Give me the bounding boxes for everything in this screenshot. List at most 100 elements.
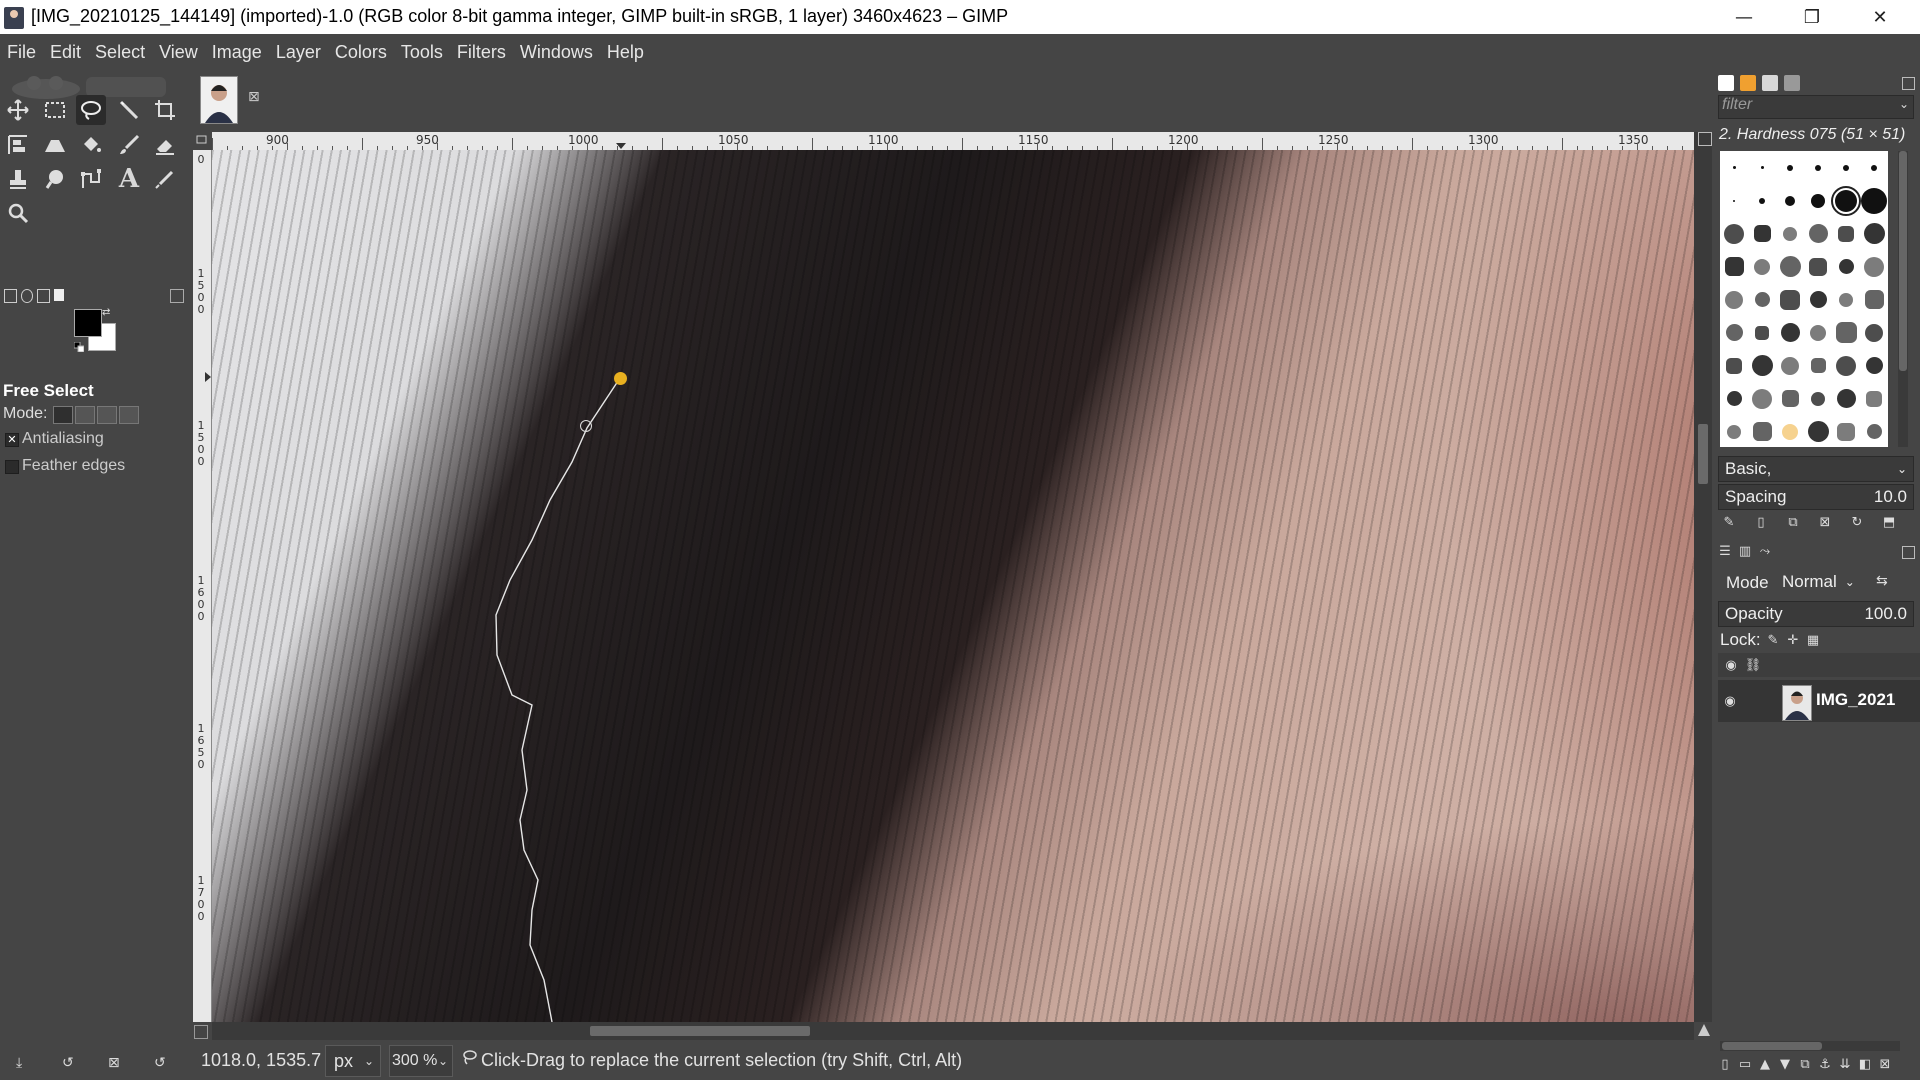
device-status-tab-icon[interactable]	[20, 289, 33, 303]
brush-thumbnail[interactable]	[1809, 257, 1827, 276]
document-history-tab-icon[interactable]	[1784, 75, 1800, 91]
layer-mode-select[interactable]: Normal ⌄	[1782, 567, 1870, 597]
brush-thumbnail[interactable]	[1808, 224, 1828, 243]
layers-tab-icon[interactable]: ☰	[1718, 544, 1732, 559]
brush-thumbnail[interactable]	[1755, 325, 1769, 340]
tool-options-tab-icon[interactable]	[4, 289, 17, 303]
mode-replace-button[interactable]	[53, 406, 73, 424]
free-select-icon[interactable]	[76, 95, 106, 125]
antialiasing-checkbox[interactable]: ✕	[5, 433, 19, 447]
image-tab[interactable]: ⊠	[190, 71, 272, 131]
brush-thumbnail[interactable]	[1864, 256, 1884, 277]
brush-thumbnail[interactable]	[1725, 290, 1743, 309]
vertical-scrollbar-thumb[interactable]	[1698, 424, 1708, 484]
brush-thumbnail[interactable]	[1810, 324, 1826, 341]
horizontal-ruler[interactable]: 900 950 1000 1050 1100 1150 1200 1250 13…	[212, 132, 1694, 151]
text-icon[interactable]: A	[114, 164, 144, 194]
default-colors-icon[interactable]	[73, 337, 85, 353]
duplicate-brush-icon[interactable]: ⧉	[1786, 515, 1800, 530]
smudge-icon[interactable]	[40, 164, 70, 194]
brush-thumbnail[interactable]	[1865, 357, 1883, 374]
brush-thumbnail[interactable]	[1811, 193, 1825, 208]
brush-thumbnail[interactable]	[1836, 355, 1856, 376]
anchor-layer-icon[interactable]: ⚓	[1818, 1057, 1832, 1072]
brush-grid-scrollbar-thumb[interactable]	[1899, 151, 1907, 371]
menu-image[interactable]: Image	[205, 42, 269, 63]
brush-thumbnail[interactable]	[1861, 187, 1887, 214]
brush-thumbnail[interactable]	[1733, 199, 1735, 202]
lower-layer-icon[interactable]: ▼	[1778, 1057, 1792, 1072]
brush-thumbnail[interactable]	[1787, 164, 1793, 171]
brush-thumbnail[interactable]	[1754, 292, 1770, 307]
configure-tab-icon[interactable]	[170, 289, 184, 303]
brush-thumbnail[interactable]	[1783, 226, 1797, 241]
move-icon[interactable]	[3, 95, 33, 125]
vertical-scrollbar[interactable]	[1694, 132, 1712, 1022]
merge-layer-icon[interactable]: ⇊	[1838, 1057, 1852, 1072]
new-brush-icon[interactable]: ▯	[1754, 515, 1768, 530]
brush-thumbnail[interactable]	[1838, 259, 1854, 274]
paths-tab-icon[interactable]: ⤳	[1758, 544, 1772, 559]
menu-select[interactable]: Select	[88, 42, 152, 63]
layers-scrollbar-thumb[interactable]	[1722, 1042, 1822, 1050]
configure-tab-icon[interactable]	[1902, 546, 1915, 559]
brush-thumbnail[interactable]	[1781, 356, 1799, 375]
brush-thumbnail[interactable]	[1726, 391, 1742, 406]
menu-tools[interactable]: Tools	[394, 42, 450, 63]
reset-tool-icon[interactable]: ↺	[154, 1055, 166, 1071]
brush-thumbnail[interactable]	[1752, 422, 1772, 441]
eraser-icon[interactable]	[150, 130, 180, 160]
brush-filter-input[interactable]: filter ⌄	[1718, 95, 1914, 119]
zoom-select[interactable]: 300 % ⌄	[389, 1045, 453, 1077]
opacity-slider[interactable]: Opacity 100.0	[1718, 601, 1914, 627]
brush-thumbnail[interactable]	[1811, 391, 1825, 406]
zoom-to-fit-icon[interactable]	[1698, 132, 1712, 146]
align-icon[interactable]	[3, 130, 33, 160]
brush-thumbnail[interactable]	[1865, 323, 1883, 342]
brush-thumbnail[interactable]	[1724, 257, 1744, 276]
brush-thumbnail[interactable]	[1760, 166, 1764, 169]
brush-thumbnail[interactable]	[1835, 322, 1857, 343]
brush-thumbnail[interactable]	[1779, 256, 1801, 277]
close-image-tab-icon[interactable]: ⊠	[248, 89, 260, 105]
lock-pixels-icon[interactable]: ✎	[1766, 633, 1780, 648]
brushes-tab-icon[interactable]	[1718, 75, 1734, 91]
minimize-button[interactable]: —	[1710, 0, 1778, 34]
transform-icon[interactable]	[40, 130, 70, 160]
new-layer-group-icon[interactable]: ▭	[1738, 1057, 1752, 1072]
brush-thumbnail[interactable]	[1837, 422, 1855, 441]
horizontal-scrollbar[interactable]	[212, 1022, 1694, 1040]
menu-edit[interactable]: Edit	[43, 42, 88, 63]
brush-thumbnail[interactable]	[1724, 223, 1744, 244]
brush-thumbnail[interactable]	[1782, 423, 1798, 440]
maximize-button[interactable]: ❐	[1778, 0, 1846, 34]
paths-icon[interactable]	[76, 164, 106, 194]
clone-icon[interactable]	[3, 164, 33, 194]
mode-intersect-button[interactable]	[119, 406, 139, 424]
spacing-slider[interactable]: Spacing 10.0	[1718, 484, 1914, 510]
image-canvas[interactable]	[212, 150, 1694, 1022]
menu-windows[interactable]: Windows	[513, 42, 600, 63]
add-mask-icon[interactable]: ◧	[1858, 1057, 1872, 1072]
brush-thumbnail[interactable]	[1838, 225, 1854, 242]
brush-thumbnail[interactable]	[1780, 323, 1800, 342]
layers-scrollbar[interactable]	[1720, 1041, 1900, 1051]
fonts-tab-icon[interactable]	[1762, 75, 1778, 91]
brush-thumbnail[interactable]	[1836, 389, 1856, 408]
rect-select-icon[interactable]	[40, 95, 70, 125]
image-thumbnail[interactable]	[200, 76, 238, 124]
delete-tool-preset-icon[interactable]: ⊠	[108, 1055, 120, 1071]
foreground-color-swatch[interactable]	[74, 309, 102, 337]
delete-layer-icon[interactable]: ⊠	[1878, 1057, 1892, 1072]
brush-thumbnail[interactable]	[1732, 166, 1736, 169]
menu-filters[interactable]: Filters	[450, 42, 513, 63]
brush-thumbnail[interactable]	[1815, 164, 1821, 171]
patterns-tab-icon[interactable]	[1740, 75, 1756, 91]
open-brush-as-image-icon[interactable]: ⬒	[1882, 515, 1896, 530]
brush-thumbnail[interactable]	[1781, 390, 1799, 407]
brush-thumbnail[interactable]	[1863, 223, 1885, 244]
brush-thumbnail[interactable]	[1725, 324, 1743, 341]
brush-thumbnail[interactable]	[1866, 390, 1882, 407]
paintbrush-icon[interactable]	[114, 130, 144, 160]
horizontal-scrollbar-thumb[interactable]	[590, 1026, 810, 1036]
